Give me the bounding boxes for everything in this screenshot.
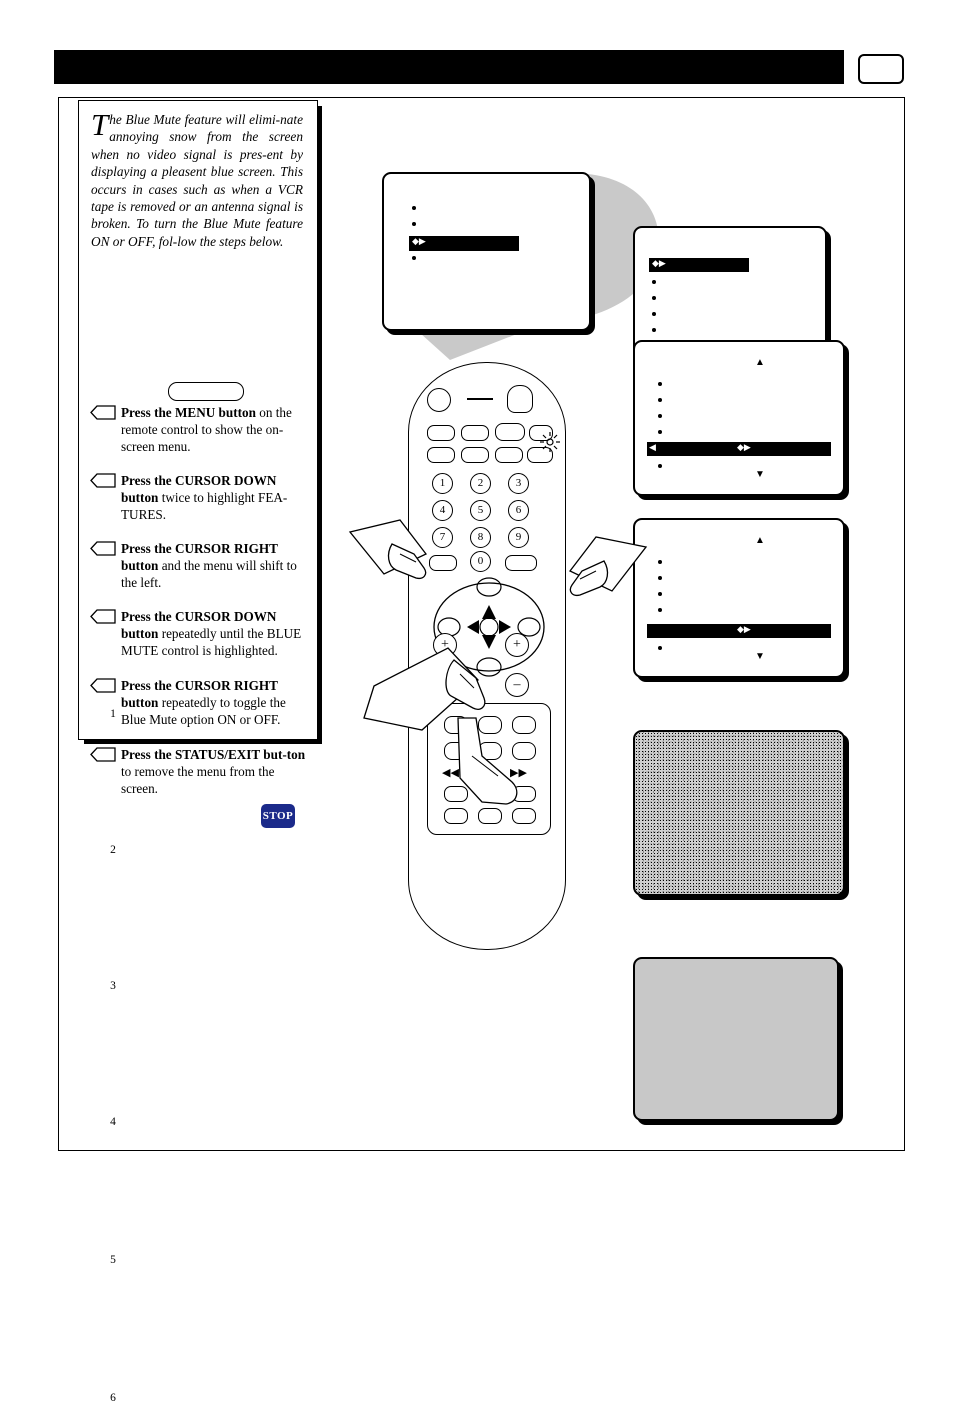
main-menu-highlight: ◆▶ xyxy=(409,236,519,251)
pointer-hand-menu xyxy=(348,510,458,590)
up-arrow-icon-2: ▲ xyxy=(755,535,765,546)
step-4: 4 Press the CURSOR DOWN button repeatedl… xyxy=(89,608,309,1128)
function-button-2[interactable] xyxy=(461,425,489,441)
blue-mute-highlight-screen: ▲ ◆▶ ▼ xyxy=(633,518,845,678)
instruction-panel: The Blue Mute feature will elimi-nate an… xyxy=(78,100,318,1404)
up-arrow-icon: ▲ xyxy=(755,357,765,368)
step-4-number-badge xyxy=(89,609,117,624)
function-button-7[interactable] xyxy=(495,447,523,463)
features-menu-highlight: ◆▶ xyxy=(649,258,749,272)
step-6-number-badge xyxy=(89,747,117,762)
step-6: 6 Press the STATUS/EXIT but-ton to remov… xyxy=(89,746,309,1404)
step-5-number: 5 xyxy=(110,1254,116,1266)
key-6[interactable]: 6 xyxy=(508,500,529,521)
ir-emitter-icon xyxy=(540,432,560,452)
stop-badge: STOP xyxy=(261,804,295,828)
step-6-rest: to remove the menu from the screen. xyxy=(121,764,275,797)
key-1[interactable]: 1 xyxy=(432,473,453,494)
separator-line xyxy=(467,398,493,400)
key-5[interactable]: 5 xyxy=(470,500,491,521)
key-0[interactable]: 0 xyxy=(470,551,491,572)
key-8[interactable]: 8 xyxy=(470,527,491,548)
step-2-number: 2 xyxy=(110,844,116,856)
function-button-5[interactable] xyxy=(427,447,455,463)
header-bar xyxy=(54,50,844,84)
submenu-highlight-row: ◀ ◆▶ xyxy=(647,442,831,456)
step-3-number-badge xyxy=(89,541,117,556)
function-button-3[interactable] xyxy=(495,423,525,441)
down-arrow-icon-2: ▼ xyxy=(755,651,765,662)
step-6-number: 6 xyxy=(110,1392,116,1404)
drop-cap: T xyxy=(91,107,109,142)
pointer-hand-lower xyxy=(432,712,542,812)
features-submenu-screen: ▲ ◀ ◆▶ ▼ xyxy=(633,340,845,496)
page-number-box xyxy=(858,54,904,84)
blue-mute-screen xyxy=(633,957,839,1121)
main-menu-screen: ◆▶ xyxy=(382,172,591,331)
step-2: 2 Press the CURSOR DOWN button twice to … xyxy=(89,472,309,856)
key-2[interactable]: 2 xyxy=(470,473,491,494)
menu-button-illustration xyxy=(168,382,244,401)
step-5-number-badge xyxy=(89,678,117,693)
step-1-number-badge xyxy=(89,405,117,420)
intro-text: he Blue Mute feature will elimi-nate ann… xyxy=(91,112,303,249)
function-button-1[interactable] xyxy=(427,425,455,441)
step-2-number-badge xyxy=(89,473,117,488)
pointer-hand-cursor-right xyxy=(540,535,650,615)
key-3[interactable]: 3 xyxy=(508,473,529,494)
blue-mute-highlight-row: ◆▶ xyxy=(647,624,831,638)
down-arrow-icon: ▼ xyxy=(755,469,765,480)
mute-button[interactable] xyxy=(507,385,533,413)
step-1-bold: Press the MENU button xyxy=(121,405,256,420)
key-9[interactable]: 9 xyxy=(508,527,529,548)
step-1: 1 Press the MENU button on the remote co… xyxy=(89,404,309,720)
step-5: 5 Press the CURSOR RIGHT button repeated… xyxy=(89,677,309,1266)
channel-down-button[interactable]: – xyxy=(505,673,529,697)
step-3: 3 Press the CURSOR RIGHT button and the … xyxy=(89,540,309,992)
intro-paragraph: The Blue Mute feature will elimi-nate an… xyxy=(91,107,303,250)
manual-page: ◆▶ ◆▶ ▲ ◀ ◆▶ ▼ ▲ ◆▶ ▼ T he Blue Mute fea… xyxy=(0,0,954,1404)
power-button[interactable] xyxy=(427,388,451,412)
snow-screen xyxy=(633,730,845,896)
step-3-number: 3 xyxy=(110,980,116,992)
step-4-number: 4 xyxy=(110,1116,116,1128)
step-6-bold: Press the STATUS/EXIT but-ton xyxy=(121,747,306,762)
key-right-of-zero[interactable] xyxy=(505,555,537,571)
channel-up-button[interactable]: + xyxy=(505,633,529,657)
function-button-6[interactable] xyxy=(461,447,489,463)
